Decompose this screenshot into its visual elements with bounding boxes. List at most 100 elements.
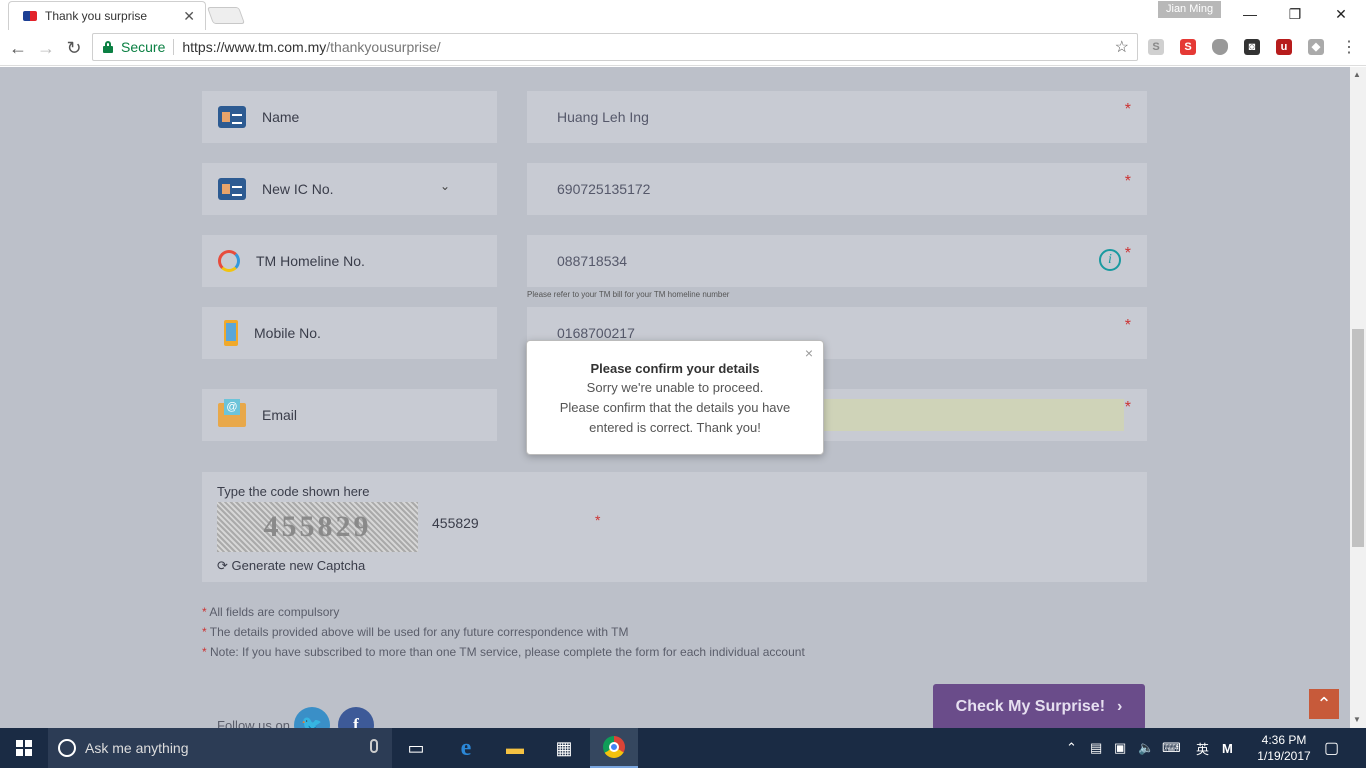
email-input[interactable]: [824, 399, 1124, 431]
scroll-up-icon[interactable]: ▲: [1353, 70, 1361, 79]
skype-extension-icon[interactable]: S: [1148, 39, 1164, 55]
name-label-box: Name: [202, 91, 497, 143]
note-item: * Note: If you have subscribed to more t…: [202, 642, 805, 662]
name-label: Name: [262, 109, 300, 125]
display-icon[interactable]: ▣: [1114, 728, 1126, 768]
required-mark: *: [595, 512, 601, 528]
close-tab-icon[interactable]: ✕: [183, 8, 195, 25]
scroll-down-icon[interactable]: ▼: [1353, 715, 1361, 724]
chrome-icon: [603, 736, 625, 758]
required-mark: *: [1124, 101, 1131, 118]
note-item: * The details provided above will be use…: [202, 622, 805, 642]
scroll-to-top-button[interactable]: ⌃: [1309, 689, 1339, 719]
store-icon[interactable]: ▦: [540, 728, 588, 768]
chevron-down-icon: ⌄: [440, 179, 451, 193]
glasses-extension-icon[interactable]: ◙: [1244, 39, 1260, 55]
browser-tabbar: Thank you surprise ✕ Jian Ming — ❐ ✕: [0, 0, 1366, 30]
captcha-input[interactable]: 455829: [432, 515, 479, 531]
new-tab-button[interactable]: [206, 7, 246, 24]
bookmark-star-icon[interactable]: ☆: [1115, 37, 1129, 57]
note-bullet: *: [202, 605, 207, 619]
forward-icon[interactable]: →: [35, 37, 57, 59]
ic-input[interactable]: 690725135172 *: [527, 163, 1147, 215]
ic-type-select[interactable]: New IC No. ⌄: [202, 163, 497, 215]
page-scrollbar[interactable]: ▲ ▼: [1350, 67, 1366, 728]
chrome-taskbar-icon[interactable]: [590, 728, 638, 768]
tab-title: Thank you surprise: [45, 9, 148, 23]
email-label: Email: [262, 407, 298, 423]
captcha-image: 455829: [217, 502, 418, 552]
required-mark: *: [1124, 245, 1131, 262]
email-icon: [218, 399, 246, 427]
keyboard-icon[interactable]: ⌨: [1162, 728, 1181, 768]
m-app-icon[interactable]: M: [1222, 728, 1233, 768]
edge-icon[interactable]: e: [442, 728, 490, 768]
profile-badge[interactable]: Jian Ming: [1158, 1, 1222, 18]
note-text: All fields are compulsory: [209, 605, 340, 619]
homeline-label: TM Homeline No.: [256, 253, 365, 269]
secure-label: Secure: [121, 39, 166, 55]
tray-chevron-icon[interactable]: ⌃: [1066, 728, 1077, 768]
phone-icon: [218, 250, 240, 272]
homeline-hint: Please refer to your TM bill for your TM…: [527, 290, 730, 299]
info-icon[interactable]: i: [1099, 249, 1121, 271]
cortana-search[interactable]: Ask me anything: [48, 728, 392, 768]
ublock-extension-icon[interactable]: u: [1276, 39, 1292, 55]
mobile-label-box: Mobile No.: [202, 307, 497, 359]
clock-time: 4:36 PM: [1261, 733, 1307, 747]
facebook-icon[interactable]: f: [337, 707, 374, 728]
reload-icon[interactable]: ↻: [63, 37, 85, 59]
start-button[interactable]: [0, 728, 48, 768]
system-clock[interactable]: 4:36 PM 1/19/2017: [1250, 732, 1318, 764]
action-center-icon[interactable]: ▢: [1324, 728, 1339, 768]
menu-icon[interactable]: ⋮: [1338, 37, 1360, 59]
ic-label: New IC No.: [262, 181, 334, 197]
ic-value: 690725135172: [557, 181, 651, 197]
windows-taskbar: Ask me anything ▭ e ▬ ▦ ⌃ ▤ ▣ 🔈 ⌨ 英 M 4:…: [0, 728, 1366, 768]
windows-logo-icon: [16, 740, 32, 756]
modal-line-2: Please confirm that the details you have…: [559, 400, 791, 435]
required-mark: *: [1124, 173, 1131, 190]
window-close-icon[interactable]: ✕: [1327, 4, 1355, 24]
note-bullet: *: [202, 625, 207, 639]
email-label-box: Email: [202, 389, 497, 441]
task-view-icon[interactable]: ▭: [392, 728, 440, 768]
browser-tab[interactable]: Thank you surprise ✕: [8, 1, 206, 30]
required-mark: *: [1124, 317, 1131, 334]
volume-icon[interactable]: 🔈: [1138, 728, 1154, 768]
ic-row: New IC No. ⌄ 690725135172 *: [202, 163, 1147, 215]
scroll-thumb[interactable]: [1352, 329, 1364, 547]
required-mark: *: [1124, 399, 1131, 416]
shield-extension-icon[interactable]: [1212, 39, 1228, 55]
clock-date: 1/19/2017: [1257, 749, 1311, 763]
name-input[interactable]: Huang Leh Ing *: [527, 91, 1147, 143]
ime-indicator[interactable]: 英: [1196, 728, 1209, 768]
check-surprise-button[interactable]: Check My Surprise! ›: [933, 684, 1145, 728]
search-placeholder: Ask me anything: [85, 740, 189, 756]
generate-captcha-link[interactable]: ⟳ Generate new Captcha: [217, 558, 365, 574]
s-extension-icon[interactable]: S: [1180, 39, 1196, 55]
name-row: Name Huang Leh Ing *: [202, 91, 1147, 143]
url-path: /thankyousurprise/: [326, 39, 441, 55]
id-card-icon: [218, 106, 246, 128]
file-explorer-icon[interactable]: ▬: [491, 728, 539, 768]
minimize-icon[interactable]: —: [1236, 4, 1264, 24]
modal-close-icon[interactable]: ×: [805, 345, 813, 361]
check-surprise-label: Check My Surprise!: [955, 698, 1106, 715]
restore-icon[interactable]: ❐: [1281, 4, 1309, 24]
note-item: * All fields are compulsory: [202, 602, 805, 622]
id-card-icon: [218, 178, 246, 200]
homeline-input[interactable]: 088718534 i *: [527, 235, 1147, 287]
cube-extension-icon[interactable]: ◆: [1308, 39, 1324, 55]
homeline-row: TM Homeline No. 088718534 i * Please ref…: [202, 235, 1147, 305]
twitter-icon[interactable]: 🐦: [293, 707, 330, 728]
tm-favicon-icon: [23, 11, 37, 21]
homeline-label-box: TM Homeline No.: [202, 235, 497, 287]
lock-icon: [103, 41, 113, 53]
omnibox[interactable]: Secure https://www.tm.com.my/thankyousur…: [92, 33, 1138, 61]
back-icon[interactable]: ←: [7, 37, 29, 59]
network-icon[interactable]: ▤: [1090, 728, 1102, 768]
follow-label: Follow us on: [217, 717, 290, 729]
microphone-icon[interactable]: [370, 739, 378, 753]
mobile-value: 0168700217: [557, 325, 635, 341]
